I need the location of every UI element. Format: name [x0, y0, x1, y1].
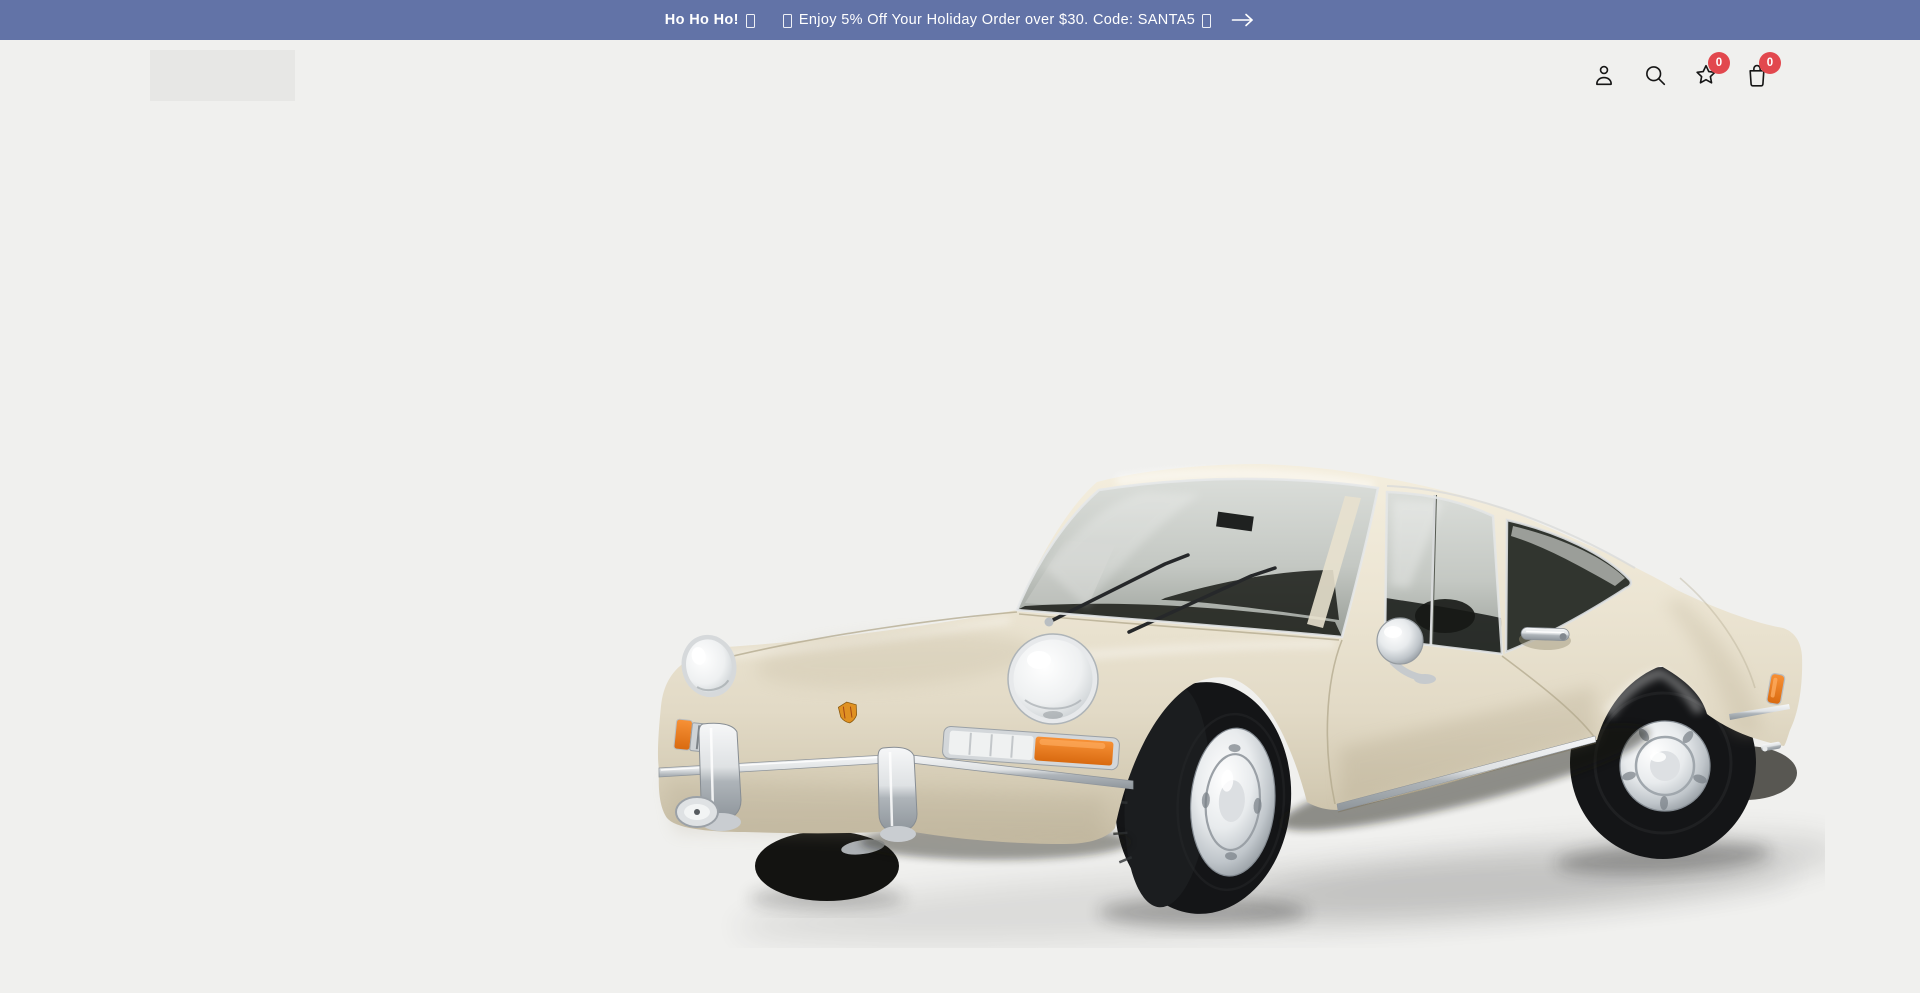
near-headlight [1008, 634, 1098, 724]
windshield [1017, 479, 1378, 637]
hero-section [0, 110, 1920, 993]
arrow-right-icon [1231, 13, 1255, 27]
missing-emoji-glyph [783, 14, 792, 28]
hero-product-image [645, 448, 1825, 948]
account-button[interactable] [1590, 62, 1617, 89]
announcement-message: Enjoy 5% Off Your Holiday Order over $30… [781, 12, 1213, 28]
cart-button[interactable]: 0 [1743, 62, 1770, 89]
logo-placeholder[interactable] [150, 50, 295, 101]
header-icon-group: 0 0 [1590, 62, 1770, 89]
missing-emoji-glyph [1202, 14, 1211, 28]
search-button[interactable] [1641, 62, 1668, 89]
cart-count-badge: 0 [1759, 52, 1781, 74]
search-icon [1642, 62, 1668, 88]
missing-emoji-glyph [746, 14, 755, 28]
near-bumper-guard [878, 747, 917, 832]
site-header: 0 0 [0, 40, 1920, 110]
person-icon [1591, 62, 1617, 88]
wishlist-button[interactable]: 0 [1692, 62, 1719, 89]
announcement-bar[interactable]: Ho Ho Ho! Enjoy 5% Off Your Holiday Orde… [0, 0, 1920, 40]
wishlist-count-badge: 0 [1708, 52, 1730, 74]
announcement-greeting: Ho Ho Ho! [665, 12, 757, 28]
